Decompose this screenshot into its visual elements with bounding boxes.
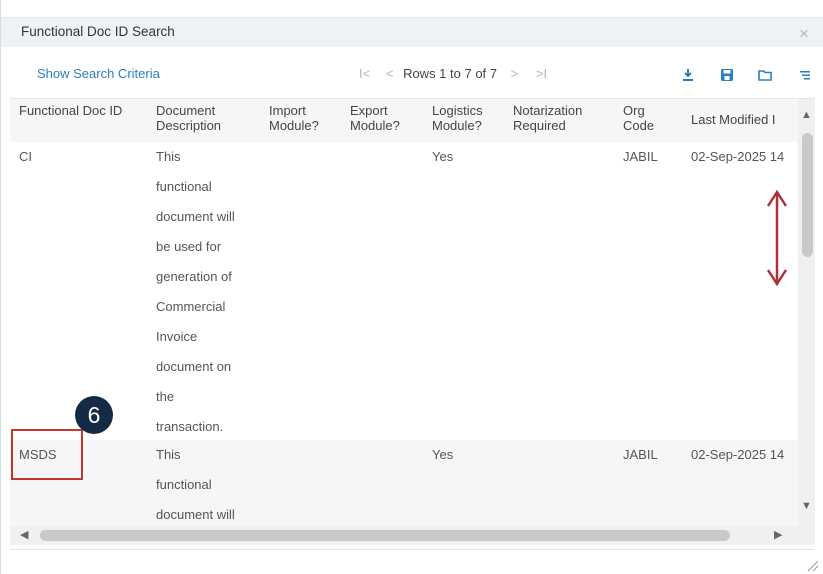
col-header-import-module[interactable]: Import Module? [269, 103, 339, 133]
results-grid: Functional Doc ID Document Description I… [10, 98, 815, 545]
next-page-icon[interactable]: > [511, 66, 519, 81]
cell-org-code: JABIL [623, 447, 658, 462]
vertical-scrollbar[interactable]: ▲ ▼ [798, 99, 815, 545]
cell-logistics-module: Yes [432, 447, 454, 462]
description-line: transaction. [156, 419, 224, 434]
close-icon[interactable]: × [799, 24, 809, 44]
scroll-right-icon[interactable]: ▶ [774, 528, 782, 541]
folder-icon[interactable] [758, 68, 772, 82]
highlight-box-annotation [11, 429, 83, 480]
col-header-logistics-module[interactable]: Logistics Module? [432, 103, 506, 133]
description-line: Commercial [156, 299, 226, 314]
cell-org-code: JABIL [623, 149, 658, 164]
col-header-export-module[interactable]: Export Module? [350, 103, 420, 133]
vertical-scroll-thumb[interactable] [802, 133, 813, 257]
cell-last-modified: 02-Sep-2025 14 [691, 149, 785, 164]
resize-handle-icon[interactable] [805, 558, 819, 572]
cell-functional-doc-id: CI [19, 149, 32, 164]
prev-page-icon[interactable]: < [386, 66, 394, 81]
table-row[interactable]: CI This functional document will be used… [10, 142, 798, 440]
download-icon[interactable] [681, 68, 695, 82]
horizontal-scroll-thumb[interactable] [40, 530, 730, 541]
col-header-functional-doc-id[interactable]: Functional Doc ID [19, 103, 139, 118]
cell-document-description: This functional document will be used fo… [156, 142, 261, 442]
scroll-down-icon[interactable]: ▼ [801, 500, 812, 512]
dialog-footer [10, 549, 815, 574]
grid-toolbar: Show Search Criteria I< < Rows 1 to 7 of… [1, 58, 823, 90]
description-line: This [156, 447, 181, 462]
description-line: document will [156, 209, 235, 224]
description-line: functional [156, 477, 212, 492]
col-header-document-description[interactable]: Document Description [156, 103, 256, 133]
functional-doc-id-search-dialog: Functional Doc ID Search × Show Search C… [0, 0, 823, 574]
step-callout-badge: 6 [75, 396, 113, 434]
col-header-org-code[interactable]: Org Code [623, 103, 673, 133]
description-line: Invoice [156, 329, 198, 344]
first-page-icon[interactable]: I< [359, 66, 370, 81]
grid-header: Functional Doc ID Document Description I… [10, 99, 800, 142]
pager: I< < Rows 1 to 7 of 7 > >I [359, 66, 547, 81]
description-line: generation of [156, 269, 232, 284]
cell-document-description: This functional document will [156, 440, 261, 530]
horizontal-scrollbar[interactable]: ◀ ▶ [10, 526, 798, 545]
last-page-icon[interactable]: >I [536, 66, 547, 81]
dialog-title: Functional Doc ID Search [21, 24, 175, 39]
description-line: document on [156, 359, 232, 374]
dialog-titlebar: Functional Doc ID Search × [1, 17, 823, 47]
description-line: This [156, 149, 181, 164]
scroll-up-icon[interactable]: ▲ [801, 109, 812, 121]
double-arrow-annotation-icon [766, 189, 788, 287]
show-search-criteria-link[interactable]: Show Search Criteria [37, 66, 160, 81]
rows-count-label: Rows 1 to 7 of 7 [403, 66, 498, 81]
menu-icon[interactable] [798, 68, 812, 82]
scroll-left-icon[interactable]: ◀ [20, 528, 28, 541]
description-line: be used for [156, 239, 222, 254]
cell-last-modified: 02-Sep-2025 14 [691, 447, 785, 462]
cell-logistics-module: Yes [432, 149, 454, 164]
description-line: functional [156, 179, 212, 194]
col-header-last-modified[interactable]: Last Modified I [691, 112, 801, 127]
description-line: the [156, 389, 175, 404]
save-icon[interactable] [720, 68, 734, 82]
col-header-notarization-required[interactable]: Notarization Required [513, 103, 613, 133]
